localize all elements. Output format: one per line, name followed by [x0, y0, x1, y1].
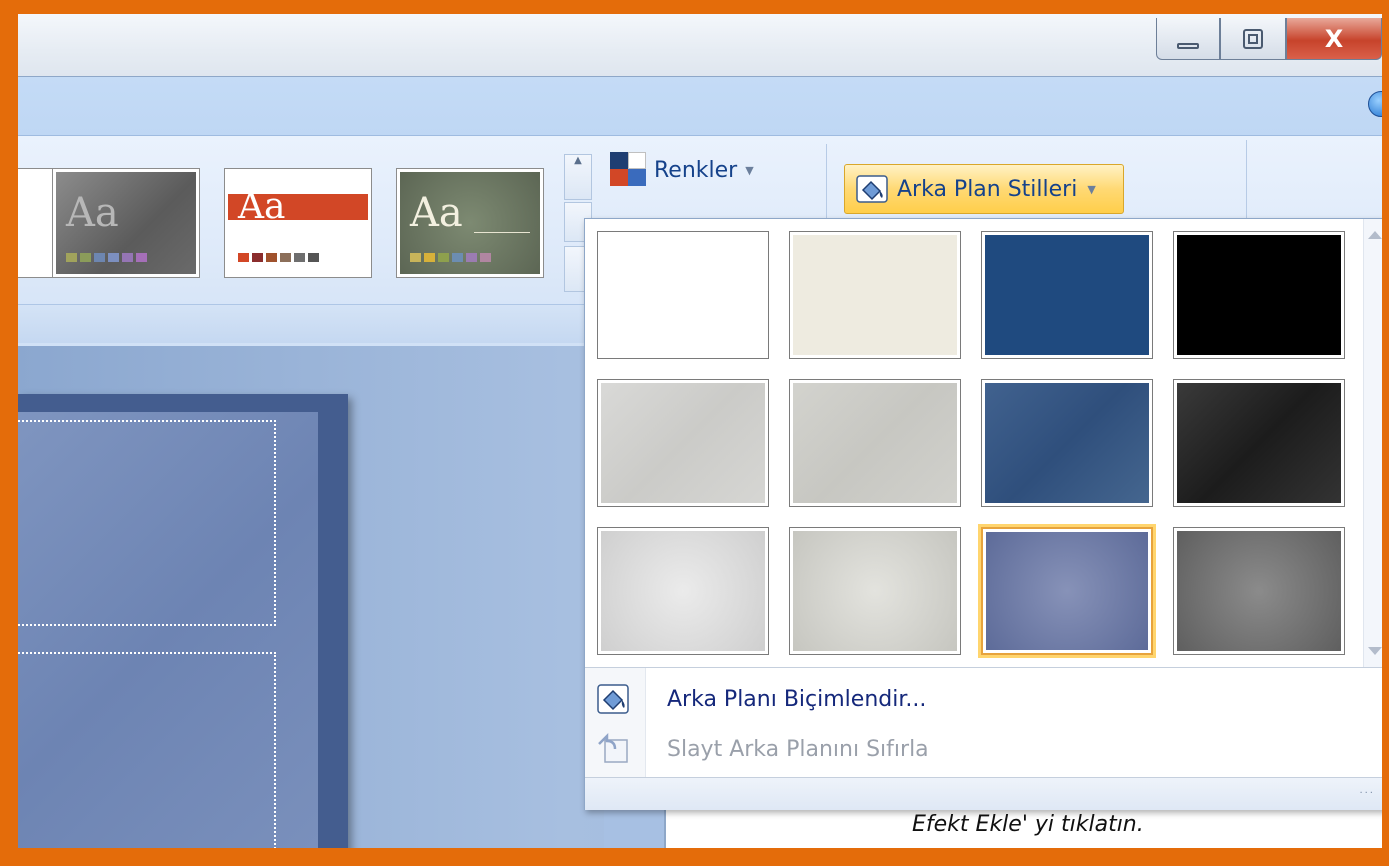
- notes-pane[interactable]: Efekt Ekle' yi tıklatın.: [664, 804, 1382, 848]
- restore-icon: [1243, 28, 1263, 49]
- theme-thumbnail-red[interactable]: Aa: [224, 168, 372, 278]
- chevron-down-icon: ▼: [1087, 182, 1096, 196]
- minimize-icon: [1177, 42, 1199, 49]
- scroll-down-icon[interactable]: [1368, 647, 1382, 655]
- notes-text: Efekt Ekle' yi tıklatın.: [912, 812, 1144, 837]
- background-style-tile[interactable]: [1173, 527, 1345, 655]
- dropdown-resize-bar[interactable]: ···: [585, 777, 1382, 810]
- reset-background-label: Slayt Arka Planını Sıfırla: [667, 736, 929, 762]
- theme-color-swatches: [66, 253, 147, 262]
- close-button[interactable]: X: [1286, 18, 1382, 60]
- gallery-scrollbar[interactable]: [1363, 219, 1382, 667]
- theme-gallery-scroll-up[interactable]: ▲: [564, 154, 592, 200]
- title-bar: X: [18, 14, 1382, 77]
- notes-pane-edge: [604, 804, 664, 848]
- format-background-menu-item[interactable]: Arka Planı Biçimlendir...: [585, 674, 1382, 724]
- app-window: X Aa Aa Aa ▲ Renkler ▼ Arka Plan Stiller…: [18, 14, 1382, 848]
- chevron-down-icon: ▼: [745, 163, 754, 177]
- restore-button[interactable]: [1220, 18, 1286, 60]
- help-icon[interactable]: [1368, 91, 1382, 117]
- close-icon: X: [1324, 24, 1344, 53]
- background-menu: Arka Planı Biçimlendir... Slayt Arka Pla…: [585, 667, 1382, 778]
- background-style-tile[interactable]: [981, 231, 1153, 359]
- content-placeholder[interactable]: [18, 652, 276, 848]
- background-style-tile[interactable]: [1173, 379, 1345, 507]
- format-background-label: Arka Planı Biçimlendir...: [667, 686, 927, 712]
- background-style-tile[interactable]: [981, 379, 1153, 507]
- theme-thumbnail-gray[interactable]: Aa: [52, 168, 200, 278]
- background-style-tile[interactable]: [597, 231, 769, 359]
- theme-aa-label: Aa: [66, 190, 119, 236]
- background-styles-dropdown: Arka Planı Biçimlendir... Slayt Arka Pla…: [584, 218, 1382, 810]
- theme-color-swatches: [238, 253, 319, 262]
- ribbon-tab-row: [18, 77, 1382, 136]
- background-style-tile[interactable]: [597, 379, 769, 507]
- minimize-button[interactable]: [1156, 18, 1220, 60]
- background-style-tile[interactable]: [789, 379, 961, 507]
- colors-icon: [610, 152, 648, 188]
- background-style-tile-selected[interactable]: [981, 527, 1153, 655]
- reset-background-icon: [595, 732, 631, 766]
- reset-background-menu-item: Slayt Arka Planını Sıfırla: [585, 724, 1382, 774]
- background-styles-label: Arka Plan Stilleri: [897, 176, 1078, 202]
- theme-thumbnail-green[interactable]: Aa: [396, 168, 544, 278]
- paint-bucket-icon: [855, 174, 889, 204]
- theme-color-swatches: [410, 253, 491, 262]
- background-style-tile[interactable]: [597, 527, 769, 655]
- background-style-tile[interactable]: [789, 231, 961, 359]
- background-styles-gallery: [585, 219, 1363, 667]
- colors-button[interactable]: Renkler ▼: [610, 152, 754, 188]
- background-styles-button[interactable]: Arka Plan Stilleri ▼: [844, 164, 1124, 214]
- background-style-tile[interactable]: [789, 527, 961, 655]
- scroll-up-icon[interactable]: [1368, 231, 1382, 239]
- format-background-icon: [595, 682, 631, 716]
- resize-grip-icon[interactable]: ···: [1359, 788, 1375, 799]
- theme-aa-label: Aa: [410, 190, 463, 236]
- colors-button-label: Renkler: [654, 157, 738, 183]
- background-style-tile[interactable]: [1173, 231, 1345, 359]
- theme-aa-label: Aa: [238, 186, 286, 227]
- title-placeholder[interactable]: [18, 420, 276, 626]
